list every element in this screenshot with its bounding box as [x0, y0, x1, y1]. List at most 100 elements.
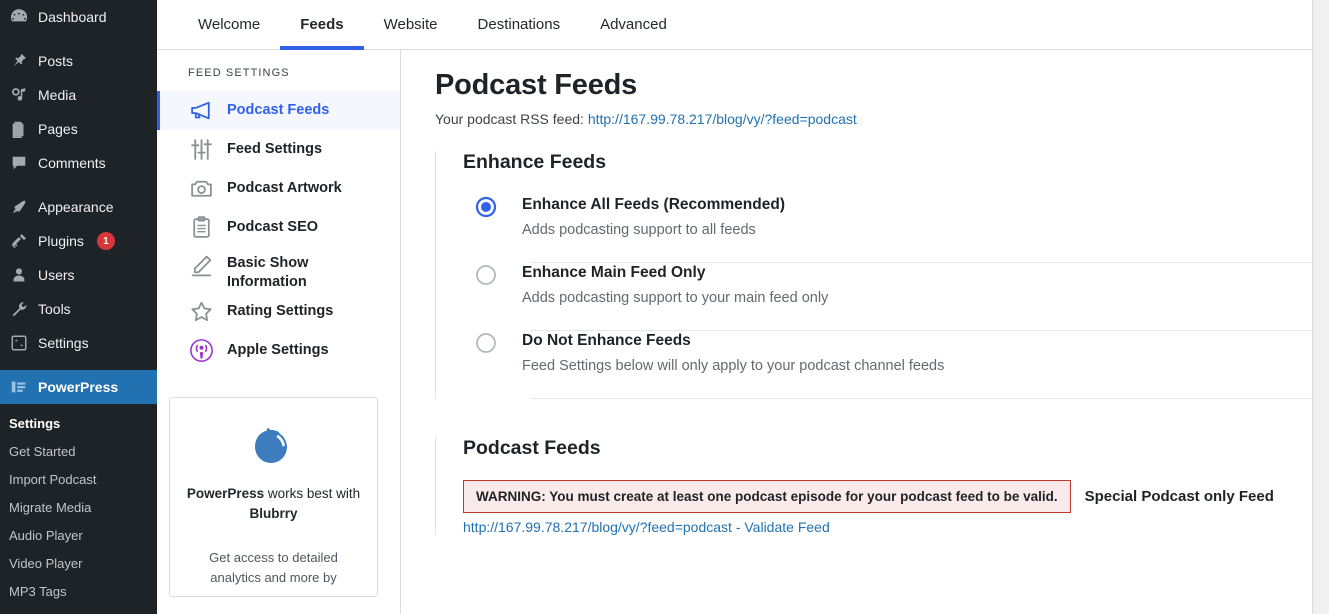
feednav-item-feed-settings[interactable]: Feed Settings: [157, 130, 400, 169]
promo-headline-bold: PowerPress: [186, 486, 265, 501]
promo-subtext: Get access to detailed analytics and mor…: [209, 550, 338, 585]
radio-option-enhance-all[interactable]: Enhance All Feeds (Recommended) Adds pod…: [463, 195, 1312, 262]
option-divider: [531, 398, 1312, 399]
validate-feed-link[interactable]: - Validate Feed: [732, 519, 830, 535]
feed-warning-message: WARNING: You must create at least one po…: [463, 480, 1071, 513]
page-title: Podcast Feeds: [435, 69, 638, 101]
sidebar-label: Dashboard: [38, 9, 107, 25]
sidebar-separator: [0, 360, 157, 370]
sidebar-label: Pages: [38, 121, 78, 137]
powerpress-icon: [9, 377, 29, 397]
content-area: Welcome Feeds Website Destinations Advan…: [157, 0, 1329, 614]
radio-option-do-not-enhance[interactable]: Do Not Enhance Feeds Feed Settings below…: [463, 331, 1312, 398]
radio-unselected-icon[interactable]: [475, 332, 497, 354]
tab-website[interactable]: Website: [364, 0, 458, 50]
feednav-item-basic-show-information[interactable]: Basic Show Information: [157, 247, 400, 292]
tab-feeds[interactable]: Feeds: [280, 0, 364, 50]
sidebar-item-dashboard[interactable]: Dashboard: [0, 0, 157, 34]
settings-panel: Welcome Feeds Website Destinations Advan…: [157, 0, 1313, 614]
tools-icon: [9, 299, 29, 319]
wp-admin-sidebar: Dashboard Posts Media Pages Comments App…: [0, 0, 165, 614]
pin-icon: [9, 51, 29, 71]
plugins-icon: [9, 231, 29, 251]
submenu-item-migrate-media[interactable]: Migrate Media: [0, 494, 157, 522]
sidebar-item-settings[interactable]: Settings: [0, 326, 157, 360]
rss-feed-line: Your podcast RSS feed: http://167.99.78.…: [435, 111, 1312, 127]
settings-tabbar: Welcome Feeds Website Destinations Advan…: [157, 0, 1312, 50]
tab-welcome[interactable]: Welcome: [178, 0, 280, 50]
tab-label: Website: [383, 16, 438, 33]
tab-label: Destinations: [477, 16, 561, 33]
radio-option-text: Do Not Enhance Feeds Feed Settings below…: [522, 331, 944, 376]
enhance-feeds-heading: Enhance Feeds: [463, 151, 607, 173]
radio-option-title: Enhance All Feeds (Recommended): [522, 196, 785, 213]
feednav-label: Podcast SEO: [227, 219, 319, 235]
sidebar-label: Media: [38, 87, 77, 103]
sidebar-item-tools[interactable]: Tools: [0, 292, 157, 326]
admin-screen: Dashboard Posts Media Pages Comments App…: [0, 0, 1329, 614]
tab-label: Feeds: [300, 16, 344, 33]
feednav-item-apple-settings[interactable]: Apple Settings: [157, 331, 400, 370]
radio-option-enhance-main[interactable]: Enhance Main Feed Only Adds podcasting s…: [463, 263, 1312, 330]
submenu-item-get-started[interactable]: Get Started: [0, 438, 157, 466]
sidebar-label: Posts: [38, 53, 74, 69]
sidebar-item-plugins[interactable]: Plugins 1: [0, 224, 157, 258]
feednav-item-podcast-feeds[interactable]: Podcast Feeds: [157, 91, 400, 130]
feednav-label: Rating Settings: [227, 303, 334, 319]
radio-selected-icon[interactable]: [475, 196, 497, 218]
sidebar-item-media[interactable]: Media: [0, 78, 157, 112]
settings-icon: [9, 333, 29, 353]
feednav-item-podcast-artwork[interactable]: Podcast Artwork: [157, 169, 400, 208]
appearance-icon: [9, 197, 29, 217]
sidebar-item-comments[interactable]: Comments: [0, 146, 157, 180]
tab-destinations[interactable]: Destinations: [458, 0, 581, 50]
sidebar-item-powerpress[interactable]: PowerPress: [0, 370, 165, 404]
submenu-item-import-podcast[interactable]: Import Podcast: [0, 466, 157, 494]
camera-icon: [188, 176, 214, 202]
pages-icon: [9, 119, 29, 139]
sidebar-item-users[interactable]: Users: [0, 258, 157, 292]
warning-row: WARNING: You must create at least one po…: [463, 480, 1312, 513]
sidebar-label: Tools: [38, 301, 71, 317]
radio-option-title: Enhance Main Feed Only: [522, 264, 706, 281]
feednav-item-rating-settings[interactable]: Rating Settings: [157, 292, 400, 331]
sidebar-separator: [0, 180, 157, 190]
sidebar-item-appearance[interactable]: Appearance: [0, 190, 157, 224]
radio-option-desc: Feed Settings below will only apply to y…: [522, 358, 945, 374]
rss-feed-label: Your podcast RSS feed:: [435, 111, 584, 127]
feednav-label: Apple Settings: [227, 342, 329, 358]
feednav-label: Feed Settings: [227, 141, 323, 157]
special-feed-label: Special Podcast only Feed: [1084, 488, 1274, 505]
submenu-item-mp3-tags[interactable]: MP3 Tags: [0, 578, 157, 606]
promo-brand: Blubrry: [249, 506, 298, 521]
media-icon: [9, 85, 29, 105]
radio-option-desc: Adds podcasting support to your main fee…: [522, 290, 829, 306]
sidebar-label: PowerPress: [38, 379, 119, 395]
submenu-item-settings[interactable]: Settings: [0, 410, 157, 438]
tab-label: Welcome: [198, 16, 261, 33]
sidebar-separator: [0, 34, 157, 44]
powerpress-submenu: Settings Get Started Import Podcast Migr…: [0, 404, 157, 606]
feednav-item-podcast-seo[interactable]: Podcast SEO: [157, 208, 400, 247]
clipboard-icon: [188, 215, 214, 241]
blubrry-logo-icon: [184, 420, 363, 470]
promo-headline-rest: works best with: [264, 486, 361, 501]
enhance-feeds-section: Enhance Feeds Enhance All Feeds (Recomme…: [435, 151, 1312, 399]
sidebar-label: Comments: [38, 155, 106, 171]
sidebar-item-posts[interactable]: Posts: [0, 44, 157, 78]
feed-settings-heading: FEED SETTINGS: [188, 67, 290, 79]
submenu-item-video-player[interactable]: Video Player: [0, 550, 157, 578]
sidebar-label: Users: [38, 267, 75, 283]
promo-headline: PowerPress works best with Blubrry: [184, 484, 363, 524]
submenu-item-audio-player[interactable]: Audio Player: [0, 522, 157, 550]
feednav-label: Basic Show Information: [227, 255, 309, 290]
radio-unselected-icon[interactable]: [475, 264, 497, 286]
tab-advanced[interactable]: Advanced: [580, 0, 687, 50]
feed-url-link[interactable]: http://167.99.78.217/blog/vy/?feed=podca…: [463, 519, 732, 535]
rss-feed-link[interactable]: http://167.99.78.217/blog/vy/?feed=podca…: [588, 111, 857, 127]
megaphone-icon: [188, 98, 214, 124]
comments-icon: [9, 153, 29, 173]
apple-podcasts-icon: [188, 338, 214, 364]
sidebar-item-pages[interactable]: Pages: [0, 112, 157, 146]
pencil-icon: [188, 252, 214, 278]
